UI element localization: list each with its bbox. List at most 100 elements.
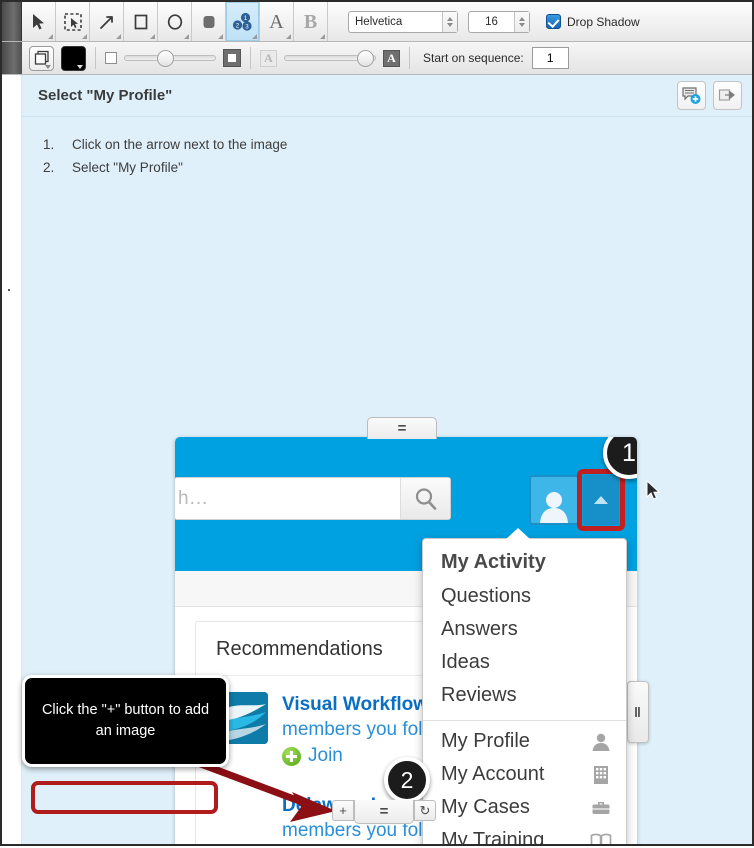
list-item: Select "My Profile" bbox=[58, 156, 752, 179]
chevron-down-icon bbox=[45, 64, 51, 69]
tool-corner-marker bbox=[184, 34, 189, 39]
tool-corner-marker bbox=[116, 34, 121, 39]
large-size-icon bbox=[223, 49, 241, 67]
checkbox-check-icon bbox=[546, 14, 561, 29]
divider bbox=[409, 47, 410, 69]
menu-item-label: My Cases bbox=[441, 796, 530, 818]
toolbar-separator bbox=[328, 2, 340, 41]
text-size-slider[interactable] bbox=[284, 50, 376, 67]
menu-item-label: My Profile bbox=[441, 730, 530, 752]
font-family-stepper[interactable] bbox=[442, 11, 457, 32]
svg-text:3: 3 bbox=[245, 23, 249, 30]
shape-size-slider[interactable] bbox=[124, 50, 216, 67]
toolbar-drag-grip[interactable] bbox=[2, 2, 22, 41]
shape-style-button[interactable] bbox=[29, 45, 54, 71]
text-tool[interactable]: A bbox=[260, 2, 294, 41]
text-size-slider-group: A A bbox=[260, 49, 400, 67]
drag-grip-label: = bbox=[397, 420, 407, 437]
export-button[interactable] bbox=[713, 81, 742, 110]
divider bbox=[95, 47, 96, 69]
drop-shadow-label: Drop Shadow bbox=[567, 14, 640, 29]
menu-item-answers[interactable]: Answers bbox=[423, 613, 626, 646]
tool-corner-marker bbox=[48, 34, 53, 39]
gutter-marker bbox=[8, 289, 10, 291]
svg-text:1: 1 bbox=[243, 15, 247, 22]
secondary-toolbar: A A Start on sequence: 1 bbox=[2, 42, 752, 75]
menu-item-my-cases[interactable]: My Cases bbox=[423, 791, 626, 824]
sequence-badge-2[interactable]: 2 bbox=[384, 757, 430, 803]
page-title: Select "My Profile" bbox=[38, 87, 173, 104]
tool-corner-marker bbox=[150, 34, 155, 39]
person-icon bbox=[592, 733, 610, 751]
image-bottom-toolbar: + = ↻ bbox=[332, 800, 436, 824]
menu-item-label: Questions bbox=[441, 585, 532, 607]
font-size-value: 16 bbox=[485, 15, 498, 28]
refresh-image-button[interactable]: ↻ bbox=[414, 800, 436, 821]
color-swatch-button[interactable] bbox=[61, 45, 86, 71]
font-size-select[interactable]: 16 bbox=[468, 10, 530, 33]
image-top-handle[interactable]: = bbox=[367, 417, 437, 439]
filled-shape-tool[interactable] bbox=[192, 2, 226, 41]
menu-item-ideas[interactable]: Ideas bbox=[423, 646, 626, 679]
menu-item-questions[interactable]: Questions bbox=[423, 580, 626, 613]
divider bbox=[250, 47, 251, 69]
menu-header: My Activity bbox=[441, 551, 546, 573]
start-on-sequence-input[interactable]: 1 bbox=[531, 47, 569, 69]
search-placeholder: h... bbox=[178, 487, 209, 509]
small-text-icon: A bbox=[260, 49, 277, 67]
callout-tooltip[interactable]: Click the "+" button to add an image bbox=[22, 675, 229, 767]
font-family-value: Helvetica bbox=[355, 15, 403, 28]
list-item: Click on the arrow next to the image bbox=[58, 133, 752, 156]
arrow-line-tool[interactable] bbox=[90, 2, 124, 41]
tool-corner-marker bbox=[286, 34, 291, 39]
small-size-icon bbox=[105, 52, 117, 64]
add-image-button[interactable]: + bbox=[332, 800, 354, 821]
profile-dropdown-menu: My Activity Questions Answers Ideas Revi… bbox=[422, 528, 627, 844]
search-button[interactable] bbox=[400, 478, 450, 519]
bold-text-tool[interactable]: B bbox=[294, 2, 328, 41]
menu-item-label: My Account bbox=[441, 763, 545, 785]
slider-knob[interactable] bbox=[157, 50, 174, 67]
menu-item-label: Reviews bbox=[441, 684, 517, 706]
menu-item-my-training[interactable]: My Training bbox=[423, 824, 626, 844]
avatar[interactable] bbox=[529, 475, 579, 525]
font-size-stepper[interactable] bbox=[514, 11, 529, 32]
menu-item-label: My Training bbox=[441, 829, 545, 844]
slider-knob[interactable] bbox=[357, 50, 374, 67]
search-input[interactable]: h... bbox=[175, 477, 451, 520]
drop-shadow-checkbox[interactable]: Drop Shadow bbox=[546, 14, 640, 29]
panel-header: Select "My Profile" bbox=[22, 75, 752, 117]
menu-item-label: Answers bbox=[441, 618, 518, 640]
instruction-steps: Click on the arrow next to the image Sel… bbox=[22, 117, 752, 185]
drag-grip-label: ‖ bbox=[634, 704, 642, 720]
left-gutter bbox=[2, 75, 22, 844]
ellipse-tool[interactable] bbox=[158, 2, 192, 41]
add-comment-button[interactable] bbox=[677, 81, 706, 110]
menu-item-label: Ideas bbox=[441, 651, 490, 673]
drag-grip-label: = bbox=[379, 803, 389, 820]
toolbar-drag-grip-secondary[interactable] bbox=[2, 42, 22, 74]
font-family-select[interactable]: Helvetica bbox=[348, 10, 458, 33]
sequence-tool[interactable]: 1 2 3 bbox=[226, 2, 260, 41]
highlight-box-step1 bbox=[577, 469, 625, 531]
large-text-icon: A bbox=[383, 49, 400, 67]
building-icon bbox=[594, 765, 608, 784]
magnifier-icon bbox=[415, 487, 436, 510]
menu-item-my-account[interactable]: My Account bbox=[423, 758, 626, 791]
primary-toolbar: 1 2 3 A B Helvetica 16 Drop Shadow bbox=[2, 2, 752, 42]
shape-size-slider-group bbox=[105, 49, 241, 67]
image-right-handle[interactable]: ‖ bbox=[627, 681, 649, 743]
comment-plus-icon bbox=[682, 87, 701, 104]
rectangle-tool[interactable] bbox=[124, 2, 158, 41]
pointer-tool[interactable] bbox=[22, 2, 56, 41]
image-drag-handle[interactable]: = bbox=[354, 800, 414, 824]
menu-divider bbox=[423, 720, 626, 721]
marquee-select-tool[interactable] bbox=[56, 2, 90, 41]
chevron-down-icon bbox=[77, 64, 83, 69]
user-avatar-icon bbox=[540, 492, 568, 523]
plus-circle-icon bbox=[282, 746, 301, 766]
menu-item-reviews[interactable]: Reviews bbox=[423, 679, 626, 712]
tool-corner-marker bbox=[82, 34, 87, 39]
menu-item-my-profile[interactable]: My Profile bbox=[423, 725, 626, 758]
mouse-cursor-icon bbox=[646, 480, 661, 500]
